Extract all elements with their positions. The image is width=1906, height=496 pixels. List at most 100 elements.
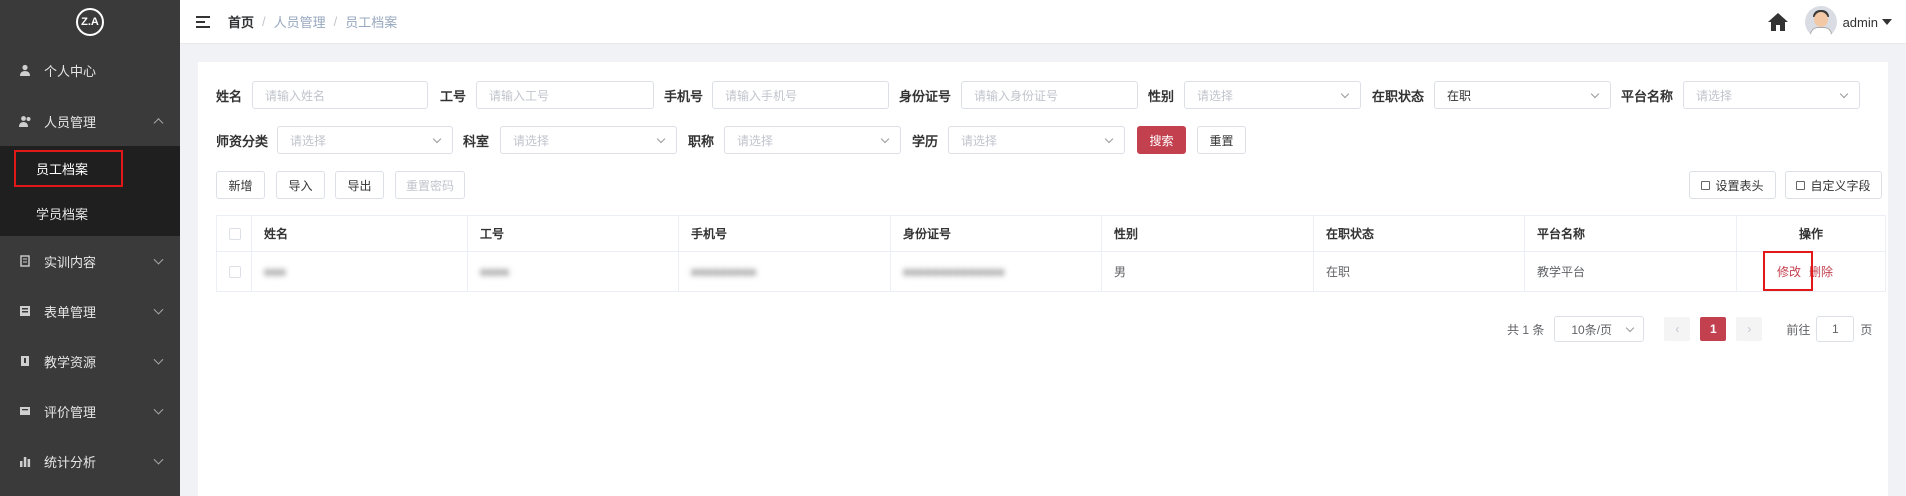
name-input-placeholder: 请输入姓名 — [265, 88, 326, 103]
book-icon — [18, 254, 32, 268]
main-panel: 姓名 请输入姓名 工号 请输入工号 手机号 请输入手机号 身份证号 请输入身份证… — [198, 62, 1888, 496]
teacher-type-select[interactable]: 请选择 — [277, 126, 453, 154]
caret-down-icon[interactable] — [1882, 19, 1892, 25]
department-placeholder: 请选择 — [513, 133, 550, 148]
breadcrumb-staff-records: 员工档案 — [345, 15, 398, 30]
import-button[interactable]: 导入 — [276, 171, 325, 199]
sidebar-item-label: 教学资源 — [44, 354, 97, 370]
sidebar-item-personnel[interactable]: 人员管理 — [0, 96, 180, 146]
filter-teacher-type-label: 师资分类 — [216, 134, 269, 149]
custom-fields-button[interactable]: 自定义字段 — [1785, 171, 1882, 199]
filter-status-label: 在职状态 — [1372, 89, 1425, 104]
chevron-down-icon — [1839, 89, 1849, 99]
name-input[interactable]: 请输入姓名 — [252, 81, 428, 109]
sidebar-item-statistics[interactable]: 统计分析 — [0, 436, 180, 486]
sidebar-item-label: 人员管理 — [44, 114, 97, 130]
job-no-value: ■■■■ — [480, 264, 509, 279]
filter-platform-label: 平台名称 — [1621, 89, 1674, 104]
prev-page-button[interactable]: ‹ — [1664, 317, 1691, 341]
department-select[interactable]: 请选择 — [500, 126, 677, 154]
sidebar-item-label: 实训内容 — [44, 254, 97, 270]
sidebar: Z.A 个人中心 人员管理 员工档案 学员档案 实训内容 表单管理 教学资源 评… — [0, 0, 180, 496]
filter-department-label: 科室 — [463, 134, 490, 149]
page-size-value: 10条/页 — [1571, 322, 1613, 337]
reset-password-button[interactable]: 重置密码 — [395, 171, 465, 199]
title-select[interactable]: 请选择 — [724, 126, 901, 154]
sidebar-item-student-records[interactable]: 学员档案 — [0, 191, 180, 236]
chevron-down-icon — [656, 134, 666, 144]
next-page-button[interactable]: › — [1736, 317, 1763, 341]
platform-select[interactable]: 请选择 — [1683, 81, 1860, 109]
column-header[interactable]: 在职状态 — [1314, 216, 1525, 251]
breadcrumb-separator: / — [333, 14, 338, 29]
chart-icon — [18, 454, 32, 468]
set-header-button[interactable]: 设置表头 — [1689, 171, 1776, 199]
menu-fold-icon[interactable] — [196, 15, 210, 28]
column-header[interactable]: 手机号 — [679, 216, 891, 251]
goto-label: 前往 — [1786, 322, 1811, 337]
avatar[interactable] — [1804, 6, 1837, 38]
phone-value: ■■■■■■■■■ — [691, 264, 757, 279]
sidebar-item-evaluation[interactable]: 评价管理 — [0, 386, 180, 436]
reset-button[interactable]: 重置 — [1197, 126, 1246, 154]
title-placeholder: 请选择 — [737, 133, 774, 148]
sidebar-item-forms[interactable]: 表单管理 — [0, 286, 180, 336]
set-header-label: 设置表头 — [1715, 178, 1764, 193]
chevron-down-icon — [153, 304, 164, 315]
sidebar-item-label: 统计分析 — [44, 454, 97, 470]
filter-gender-label: 性别 — [1148, 89, 1175, 104]
chevron-down-icon — [153, 354, 164, 365]
custom-fields-label: 自定义字段 — [1810, 178, 1871, 193]
sidebar-item-profile[interactable]: 个人中心 — [0, 44, 180, 96]
logo-icon: Z.A — [76, 8, 104, 36]
chevron-down-icon — [1626, 323, 1635, 333]
highlight-staff-records — [14, 150, 123, 187]
user-name[interactable]: admin — [1843, 15, 1878, 30]
export-button[interactable]: 导出 — [335, 171, 384, 199]
job-no-input[interactable]: 请输入工号 — [476, 81, 654, 109]
chevron-up-icon — [153, 118, 164, 129]
breadcrumb-separator: / — [262, 14, 266, 29]
breadcrumb-personnel: 人员管理 — [273, 15, 326, 30]
id-no-input[interactable]: 请输入身份证号 — [961, 81, 1138, 109]
breadcrumb: 首页 / 人员管理 / 员工档案 — [228, 12, 397, 31]
select-all-checkbox[interactable] — [229, 227, 241, 240]
filter-phone-label: 手机号 — [664, 89, 704, 104]
column-header[interactable]: 平台名称 — [1525, 216, 1737, 251]
goto-page-value: 1 — [1832, 322, 1839, 336]
row-checkbox[interactable] — [229, 265, 241, 278]
chevron-down-icon — [1104, 134, 1114, 144]
column-header[interactable]: 工号 — [468, 216, 679, 251]
cell-job-no: ■■■■ — [468, 252, 679, 291]
cell-gender: 男 — [1102, 252, 1314, 291]
sidebar-item-training[interactable]: 实训内容 — [0, 236, 180, 286]
education-select[interactable]: 请选择 — [948, 126, 1125, 154]
select-all-cell — [217, 216, 252, 251]
edit-icon — [1796, 180, 1806, 190]
add-button[interactable]: 新增 — [216, 171, 265, 199]
pagination-total: 共 1 条 — [1507, 322, 1545, 337]
resource-icon — [18, 354, 32, 368]
column-header[interactable]: 姓名 — [252, 216, 468, 251]
sidebar-item-label: 评价管理 — [44, 404, 97, 420]
platform-select-placeholder: 请选择 — [1696, 88, 1733, 103]
breadcrumb-home[interactable]: 首页 — [228, 12, 254, 31]
chevron-down-icon — [1340, 89, 1350, 99]
filter-name-label: 姓名 — [216, 89, 243, 104]
phone-input-placeholder: 请输入手机号 — [725, 88, 798, 103]
gender-select[interactable]: 请选择 — [1184, 81, 1361, 109]
sidebar-item-resources[interactable]: 教学资源 — [0, 336, 180, 386]
phone-input[interactable]: 请输入手机号 — [712, 81, 889, 109]
column-header[interactable]: 性别 — [1102, 216, 1314, 251]
highlight-edit-link — [1763, 251, 1813, 291]
page-suffix: 页 — [1860, 322, 1873, 337]
chevron-down-icon — [153, 404, 164, 415]
goto-page-input[interactable]: 1 — [1816, 316, 1855, 342]
page-size-select[interactable]: 10条/页 — [1554, 316, 1645, 342]
education-placeholder: 请选择 — [961, 133, 998, 148]
search-button[interactable]: 搜索 — [1137, 126, 1186, 154]
page-1-button[interactable]: 1 — [1700, 317, 1727, 341]
status-select[interactable]: 在职 — [1434, 81, 1611, 109]
home-icon[interactable] — [1767, 12, 1789, 32]
column-header[interactable]: 身份证号 — [891, 216, 1102, 251]
